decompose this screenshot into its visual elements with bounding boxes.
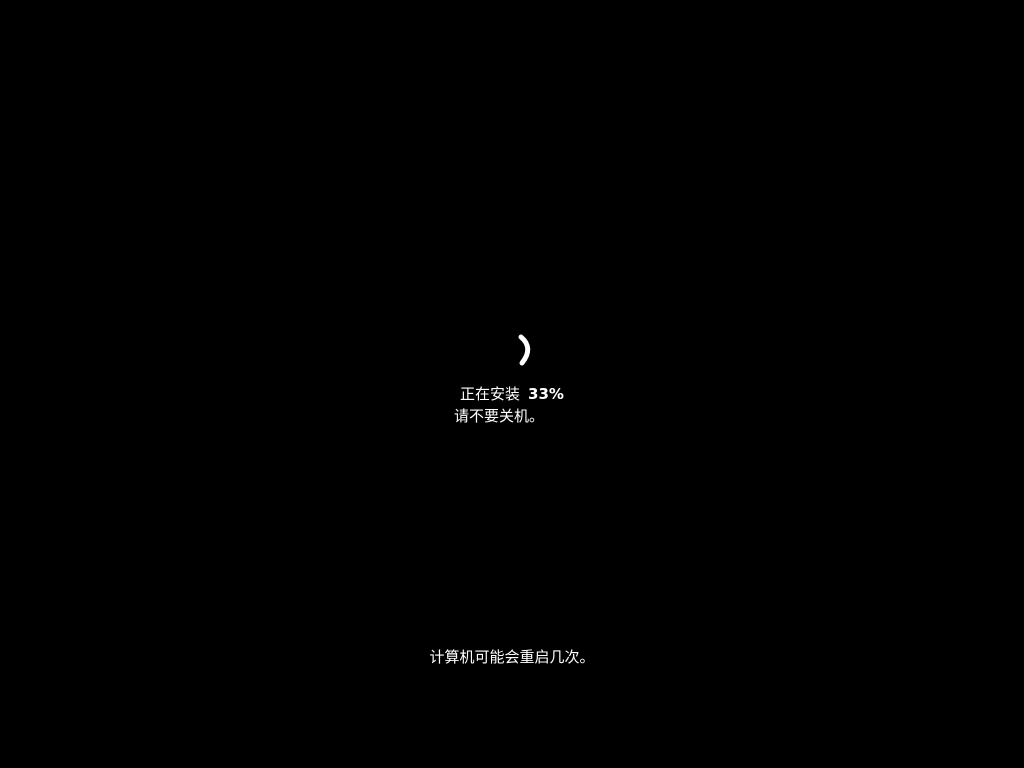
install-progress-line: 正在安装 33% (0, 384, 1024, 404)
installing-label: 正在安装 (460, 385, 521, 403)
progress-percent: 33% (528, 385, 564, 403)
loading-spinner-icon (512, 333, 542, 369)
restart-notice: 计算机可能会重启几次。 (429, 648, 595, 666)
power-off-warning: 请不要关机。 (453, 407, 544, 425)
install-status: 正在安装 33% 请不要关机。 (0, 384, 1024, 428)
